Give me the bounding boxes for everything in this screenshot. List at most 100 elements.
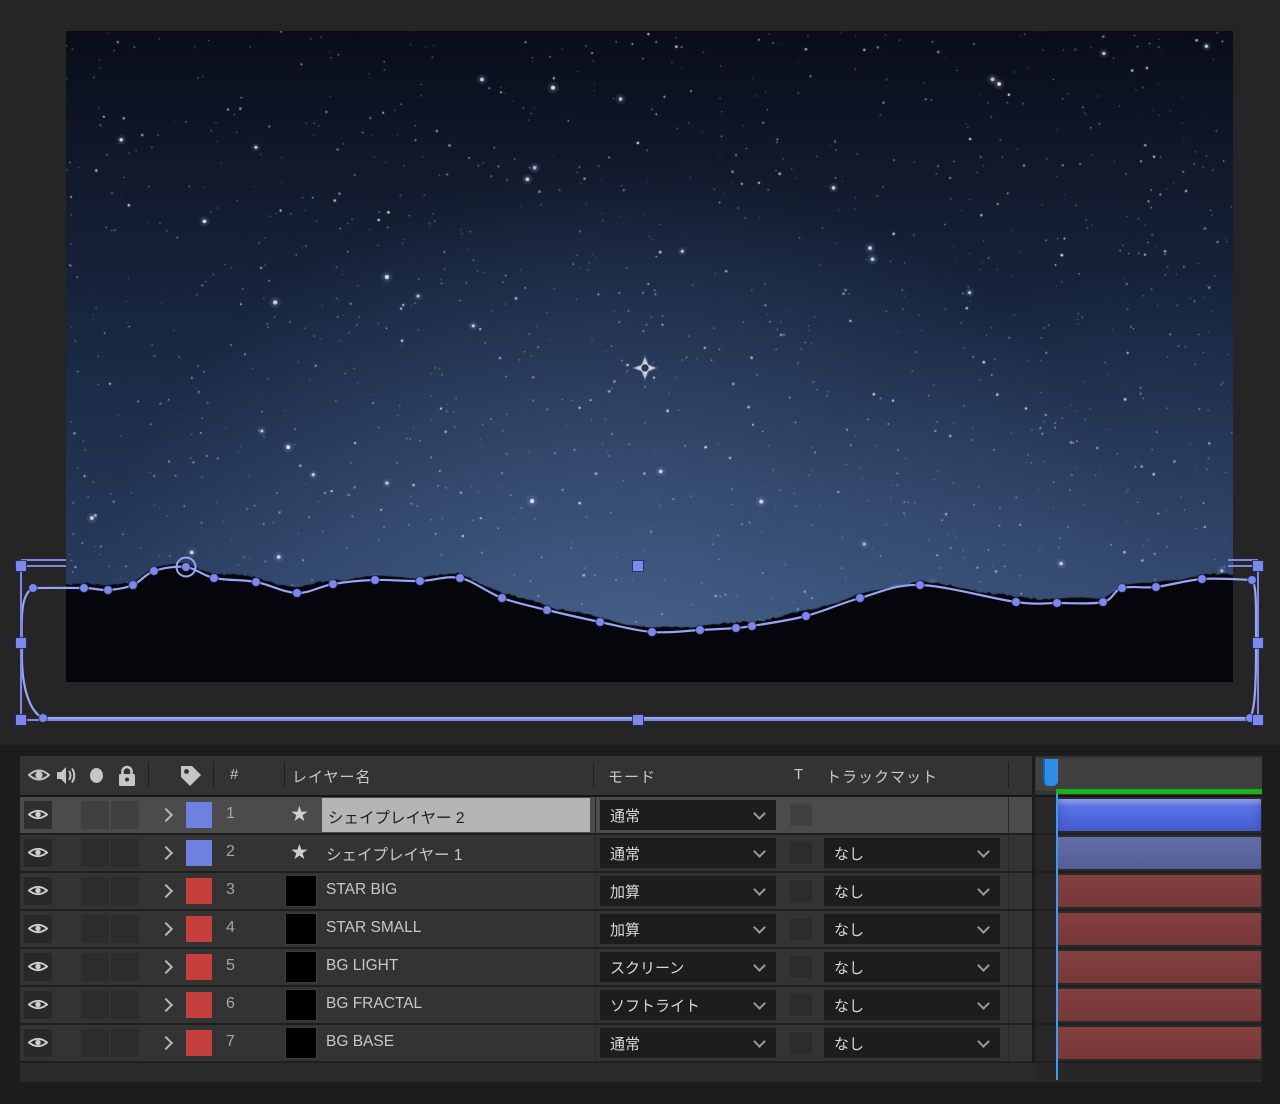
visibility-toggle[interactable]: [24, 1029, 52, 1057]
lock-toggle[interactable]: [111, 1029, 139, 1057]
solid-layer-thumbnail: [285, 951, 317, 983]
layer-row[interactable]: 3 STAR BIG 加算 なし: [20, 873, 1262, 911]
label-color-swatch[interactable]: [186, 916, 212, 942]
track-matte-dropdown[interactable]: なし: [824, 914, 1000, 944]
bbox-handle: [16, 638, 27, 649]
layer-row[interactable]: 5 BG LIGHT スクリーン なし: [20, 949, 1262, 987]
solo-toggle[interactable]: [81, 1029, 109, 1057]
track-gutter: [1035, 987, 1056, 1023]
preserve-transparency-toggle[interactable]: [790, 842, 812, 864]
label-color-swatch[interactable]: [186, 878, 212, 904]
blend-mode-dropdown[interactable]: 加算: [600, 914, 776, 944]
label-color-swatch[interactable]: [186, 954, 212, 980]
mode-column-header[interactable]: モード: [608, 766, 656, 787]
expand-chevron-icon[interactable]: [159, 884, 173, 898]
layer-name[interactable]: STAR BIG: [326, 881, 397, 899]
preserve-transparency-column-header[interactable]: T: [794, 766, 804, 783]
preserve-transparency-toggle[interactable]: [790, 994, 812, 1016]
preserve-transparency-toggle[interactable]: [790, 880, 812, 902]
chevron-down-icon: [977, 883, 990, 896]
preserve-transparency-toggle[interactable]: [790, 918, 812, 940]
solo-toggle[interactable]: [81, 801, 109, 829]
layer-name[interactable]: STAR SMALL: [326, 919, 421, 937]
track-matte-dropdown[interactable]: なし: [824, 838, 1000, 868]
visibility-toggle[interactable]: [24, 839, 52, 867]
visibility-toggle[interactable]: [24, 991, 52, 1019]
blend-mode-value: 加算: [610, 881, 640, 902]
layer-index: 1: [226, 805, 235, 823]
layer-row[interactable]: 4 STAR SMALL 加算 なし: [20, 911, 1262, 949]
path-vertex: [1246, 714, 1255, 723]
solo-toggle[interactable]: [81, 877, 109, 905]
track-matte-value: なし: [834, 881, 864, 902]
layer-name-column-header[interactable]: レイヤー名: [292, 766, 372, 787]
timeline-duration-bar[interactable]: [1058, 989, 1261, 1021]
label-color-swatch[interactable]: [186, 802, 212, 828]
blend-mode-dropdown[interactable]: 通常: [600, 838, 776, 868]
layer-row[interactable]: 6 BG FRACTAL ソフトライト なし: [20, 987, 1262, 1025]
row-divider: [1008, 873, 1009, 909]
solo-toggle[interactable]: [81, 953, 109, 981]
layer-name[interactable]: BG BASE: [326, 1033, 394, 1051]
expand-chevron-icon[interactable]: [159, 960, 173, 974]
expand-chevron-icon[interactable]: [159, 998, 173, 1012]
layer-name[interactable]: シェイプレイヤー 1: [326, 843, 462, 865]
expand-chevron-icon[interactable]: [159, 922, 173, 936]
preserve-transparency-toggle[interactable]: [790, 956, 812, 978]
expand-chevron-icon[interactable]: [159, 808, 173, 822]
timeline-duration-bar[interactable]: [1058, 875, 1261, 907]
solo-toggle[interactable]: [81, 991, 109, 1019]
blend-mode-dropdown[interactable]: ソフトライト: [600, 990, 776, 1020]
lock-toggle[interactable]: [111, 953, 139, 981]
blend-mode-dropdown[interactable]: スクリーン: [600, 952, 776, 982]
layer-row[interactable]: 1 ★ シェイプレイヤー 2 通常: [20, 797, 1262, 835]
layer-name-field[interactable]: シェイプレイヤー 2: [322, 798, 590, 832]
expand-chevron-icon[interactable]: [159, 846, 173, 860]
layer-row[interactable]: 7 BG BASE 通常 なし: [20, 1025, 1262, 1063]
preserve-transparency-toggle[interactable]: [790, 1032, 812, 1054]
expand-chevron-icon[interactable]: [159, 1036, 173, 1050]
blend-mode-dropdown[interactable]: 通常: [600, 800, 776, 830]
lock-toggle[interactable]: [111, 839, 139, 867]
layer-row[interactable]: 2 ★ シェイプレイヤー 1 通常 なし: [20, 835, 1262, 873]
track-matte-dropdown[interactable]: なし: [824, 876, 1000, 906]
composition-canvas[interactable]: [66, 31, 1233, 682]
layer-name[interactable]: BG LIGHT: [326, 957, 398, 975]
timeline-duration-bar[interactable]: [1058, 837, 1261, 869]
lock-toggle[interactable]: [111, 801, 139, 829]
timeline-duration-bar[interactable]: [1058, 799, 1261, 831]
lock-toggle[interactable]: [111, 991, 139, 1019]
track-matte-dropdown[interactable]: なし: [824, 952, 1000, 982]
solid-layer-thumbnail: [285, 875, 317, 907]
timeline-duration-bar[interactable]: [1058, 913, 1261, 945]
visibility-toggle[interactable]: [24, 915, 52, 943]
lock-toggle[interactable]: [111, 877, 139, 905]
label-color-swatch[interactable]: [186, 840, 212, 866]
layer-row-left: 3 STAR BIG 加算 なし: [20, 873, 1032, 909]
lock-toggle[interactable]: [111, 915, 139, 943]
current-time-indicator-head[interactable]: [1043, 759, 1058, 786]
track-matte-dropdown[interactable]: なし: [824, 990, 1000, 1020]
solo-toggle[interactable]: [81, 839, 109, 867]
track-matte-dropdown[interactable]: なし: [824, 1028, 1000, 1058]
layer-index: 3: [226, 881, 235, 899]
visibility-toggle[interactable]: [24, 953, 52, 981]
label-icon: [178, 763, 204, 789]
current-time-indicator-line[interactable]: [1056, 794, 1058, 1080]
index-column-header[interactable]: #: [230, 766, 239, 783]
track-matte-column-header[interactable]: トラックマット: [826, 766, 938, 787]
timeline-duration-bar[interactable]: [1058, 1027, 1261, 1059]
chevron-down-icon: [753, 1035, 766, 1048]
visibility-toggle[interactable]: [24, 877, 52, 905]
timeline-duration-bar[interactable]: [1058, 951, 1261, 983]
label-color-swatch[interactable]: [186, 1030, 212, 1056]
layer-name[interactable]: BG FRACTAL: [326, 995, 422, 1013]
blend-mode-dropdown[interactable]: 通常: [600, 1028, 776, 1058]
visibility-toggle[interactable]: [24, 801, 52, 829]
label-color-swatch[interactable]: [186, 992, 212, 1018]
preserve-transparency-toggle[interactable]: [790, 804, 812, 826]
blend-mode-dropdown[interactable]: 加算: [600, 876, 776, 906]
solo-toggle[interactable]: [81, 915, 109, 943]
layer-row-left: 5 BG LIGHT スクリーン なし: [20, 949, 1032, 985]
time-ruler[interactable]: [1036, 758, 1262, 791]
